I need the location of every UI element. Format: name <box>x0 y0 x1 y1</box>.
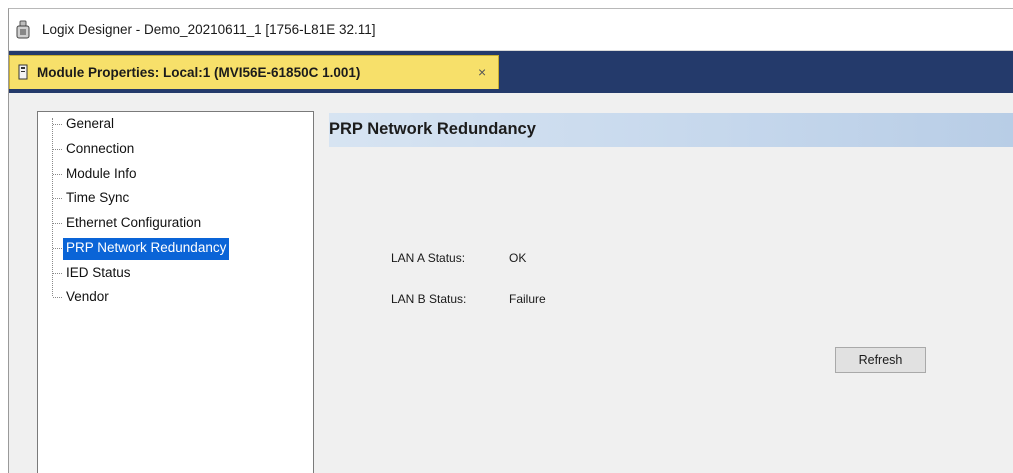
tree-item-ethernet-configuration[interactable]: Ethernet Configuration <box>52 213 204 235</box>
tree-item-general[interactable]: General <box>52 114 117 136</box>
lan-a-status-label: LAN A Status: <box>391 251 466 265</box>
lan-b-status-value: Failure <box>509 292 546 306</box>
category-tree: General Connection Module Info Time Sync… <box>37 111 314 473</box>
tab-module-properties[interactable]: Module Properties: Local:1 (MVI56E-61850… <box>9 55 499 89</box>
refresh-button[interactable]: Refresh <box>835 347 926 373</box>
tree-item-connection[interactable]: Connection <box>52 139 137 161</box>
page-title: PRP Network Redundancy <box>329 120 536 138</box>
section-header: PRP Network Redundancy <box>329 113 1013 147</box>
dialog-content: General Connection Module Info Time Sync… <box>9 93 1013 473</box>
tab-label: Module Properties: Local:1 (MVI56E-61850… <box>37 65 361 80</box>
logix-app-icon <box>16 20 30 39</box>
application-window: Logix Designer - Demo_20210611_1 [1756-L… <box>8 8 1013 473</box>
lan-a-status-value: OK <box>509 251 527 265</box>
module-icon <box>18 64 28 80</box>
tree-connector-line <box>52 118 53 296</box>
window-title: Logix Designer - Demo_20210611_1 [1756-L… <box>42 22 376 37</box>
tree-item-prp-network-redundancy[interactable]: PRP Network Redundancy <box>52 238 230 260</box>
tree-item-time-sync[interactable]: Time Sync <box>52 188 132 210</box>
tree-item-module-info[interactable]: Module Info <box>53 164 140 186</box>
close-icon[interactable]: × <box>478 64 486 80</box>
tree-item-vendor[interactable]: Vendor <box>53 287 112 309</box>
tree-item-ied-status[interactable]: IED Status <box>53 263 134 285</box>
lan-b-status-label: LAN B Status: <box>391 292 467 306</box>
title-bar: Logix Designer - Demo_20210611_1 [1756-L… <box>9 9 1013 51</box>
document-tab-strip: Module Properties: Local:1 (MVI56E-61850… <box>9 51 1013 93</box>
